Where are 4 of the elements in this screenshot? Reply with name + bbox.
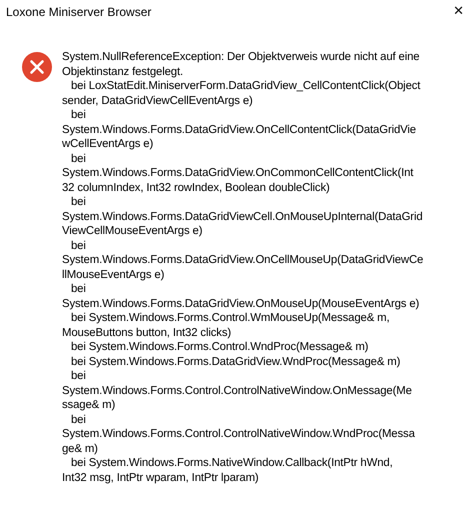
error-message: System.NullReferenceException: Der Objektverweis wurde nicht auf eine Objektinstanz festgelegt. bei LoxStatEdit.MiniserverForm.DataGridView_CellContentClick(Object sender, DataGridViewCellEventArgs e) bei System.Windows.Forms.DataGridView.OnCellContentClick(DataGridVie wCellEventArgs e) bei System.Windows.Forms.DataGridView.OnCommonCellContentClick(Int 32 columnIndex, Int32 rowIndex, Boolean doubleClick) bei System.Windows.Forms.DataGridViewCell.OnMouseUpInternal(DataGrid ViewCellMouseEventArgs e) bei System.Windows.Forms.DataGridView.OnCellMouseUp(DataGridViewCe llMouseEventArgs e) bei System.Windows.Forms.DataGridView.OnMouseUp(MouseEventArgs e) bei System.Windows.Forms.Control.WmMouseUp(Message& m, MouseButtons button, Int32 clicks) bei System.Windows.Forms.Control.WndProc(Message& m) bei System.Windows.Forms.DataGridView.WndProc(Message& m) bei System.Windows.Forms.Control.ControlNativeWindow.OnMessage(Me ssage& m) bei System.Windows.Forms.Control.ControlNativeWindow.WndProc(Messa ge& m) bei System.Windows.Forms.NativeWindow.Callback(IntPtr hWnd, Int32 msg, IntPtr wparam, IntPtr lparam) [62,50,424,485]
error-icon [22,52,52,82]
close-button[interactable]: ✕ [449,4,468,18]
window-title: Loxone Miniserver Browser [6,5,152,19]
